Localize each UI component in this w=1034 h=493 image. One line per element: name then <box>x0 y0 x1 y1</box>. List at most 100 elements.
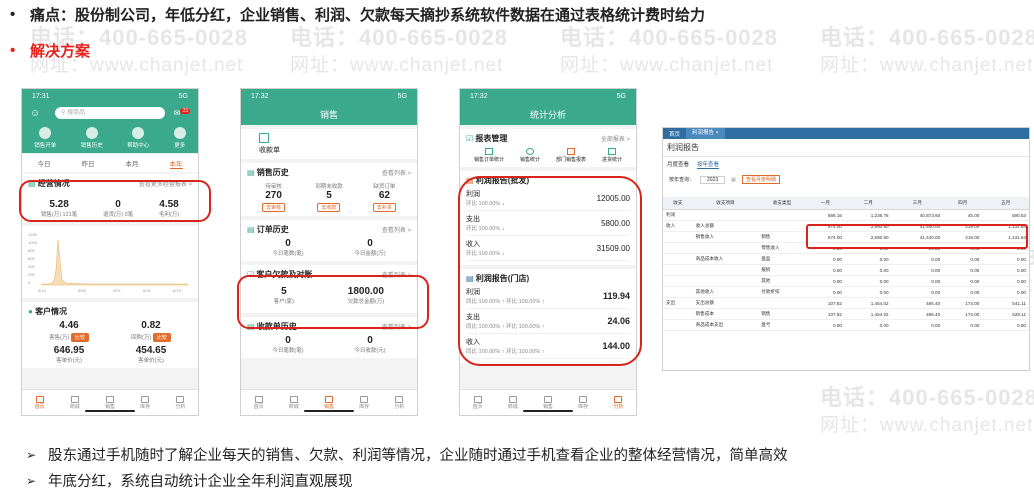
tabbar-sales[interactable]: 销售 <box>105 395 115 410</box>
tabbar-sales[interactable]: 销售 <box>543 395 553 410</box>
watermark-site: 网址：www.chanjet.net <box>560 55 774 76</box>
quick-sales-history[interactable]: 销售历史 <box>81 127 103 149</box>
x-tick: 5/05 <box>78 288 87 293</box>
quick-help-center[interactable]: 帮助中心 <box>127 127 149 149</box>
compare-badge: 比较 <box>152 333 171 342</box>
summary-text-1: 股东通过手机随时了解企业每天的销售、欠款、利润等情况，企业随时通过手机查看企业的… <box>48 448 788 464</box>
notification-icon[interactable]: ✉ 23 <box>174 108 190 118</box>
bullet-dot: • <box>10 42 16 59</box>
report-icon <box>525 148 534 155</box>
tab-yesterday[interactable]: 昨日 <box>82 158 95 169</box>
table-header-row: 收支 收支项目 收支类型 一月 二月 三月 四月 五月 <box>663 197 1029 210</box>
tabbar-stock[interactable]: 库存 <box>140 395 150 410</box>
customer-values-row1: 4.46 客售(万) 比较 0.82 回购(万) 比较 <box>28 320 192 342</box>
collect-button[interactable]: 去收款 <box>317 203 341 212</box>
home-icon <box>254 395 263 403</box>
column-header: 三月 <box>891 197 944 210</box>
tab-today[interactable]: 今日 <box>38 158 51 169</box>
column-header: 四月 <box>943 197 983 210</box>
table-cell: 报损 <box>758 264 806 276</box>
store-icon <box>508 395 517 403</box>
tabbar-home[interactable]: 首页 <box>35 395 45 410</box>
tab-monthly-view[interactable]: 月度查看 <box>667 160 689 169</box>
customer-card: ● 客户情况 4.46 客售(万) 比较 0.82 回购(万) 比较 646.95 客… <box>22 302 198 368</box>
avg-order-value: 454.65 <box>135 345 167 356</box>
table-cell: 0.00 <box>805 286 845 298</box>
table-cell: 1,454.02 <box>844 308 892 320</box>
table-row: 销售成本 销售 107.82 1,454.02 486.40 174.00 528.11 <box>663 308 1029 320</box>
order-history-more[interactable]: 查看列表 > <box>382 225 411 234</box>
watermark-site: 网址：www.chanjet.net <box>820 415 1034 436</box>
quick-sales-order[interactable]: 销售开单 <box>34 127 56 149</box>
tab-this-month[interactable]: 本月 <box>126 158 139 169</box>
tabbar-analysis[interactable]: 分析 <box>175 395 185 410</box>
tabbar-analysis[interactable]: 分析 <box>613 395 623 410</box>
tab-home[interactable]: 首页 <box>663 130 686 138</box>
customer-sales-value: 4.46 <box>59 320 79 331</box>
view-monthly-detail-button[interactable]: 查看月度明细 <box>741 175 780 184</box>
warehouse-icon <box>360 395 369 403</box>
all-reports-link[interactable]: 全部报表 > <box>601 134 630 143</box>
table-row: 报损 0.00 0.00 0.00 0.00 0.00 <box>663 264 1029 276</box>
column-header: 收支 <box>663 197 693 210</box>
table-cell: 商品成本支出 <box>692 319 759 331</box>
report-purchase-stats[interactable]: 进货统计 <box>602 148 622 163</box>
report-department-sales[interactable]: 部门销售报表 <box>556 148 586 163</box>
arrow-bullet-icon: ➢ <box>26 473 37 488</box>
table-cell: 0.00 <box>844 253 892 265</box>
sales-history-more[interactable]: 查看列表 > <box>382 168 411 177</box>
table-row: 其他收入 付款折扣 0.00 0.00 0.00 0.00 0.00 <box>663 286 1029 298</box>
history-icon: ▤ <box>247 168 257 177</box>
user-icon[interactable]: ☺ <box>30 108 40 119</box>
analysis-icon <box>176 395 185 403</box>
table-cell: 45.00 <box>943 209 983 221</box>
tabbar-stock[interactable]: 库存 <box>578 395 588 410</box>
solution-text: 解决方案 <box>30 43 91 60</box>
table-row: 利润 666.16 1,236.76 40,873.60 45.00 590.53 <box>663 209 1029 221</box>
people-icon: ● <box>28 307 36 316</box>
calendar-icon[interactable]: ▦ <box>731 177 736 183</box>
table-cell: 销售成本 <box>692 308 759 320</box>
tabbar-home[interactable]: 首页 <box>254 395 264 410</box>
document-icon <box>324 395 333 403</box>
report-sales-stats[interactable]: 销售统计 <box>520 148 540 163</box>
history-icon <box>85 127 98 139</box>
tabbar-mall[interactable]: 商城 <box>70 395 80 410</box>
table-cell: 174.00 <box>943 308 983 320</box>
report-sales-order-stats[interactable]: 销售订单统计 <box>474 148 504 163</box>
table-cell <box>758 209 806 221</box>
status-signal: 5G <box>397 92 407 100</box>
phone-home-screen: 17:31 5G ☺ ⚲ 搜商品 ✉ 23 销售开单 销售历史 帮助中心 更多 今… <box>21 88 199 416</box>
receipt-shortcut[interactable]: 收款单 <box>241 129 417 159</box>
tab-this-year[interactable]: 本年 <box>169 158 183 169</box>
table-cell: 0.00 <box>891 319 944 331</box>
profit-table: 收支 收支项目 收支类型 一月 二月 三月 四月 五月 利润 666.16 1,23… <box>663 197 1029 331</box>
restock-button[interactable]: 去补货 <box>372 203 396 212</box>
table-cell: 0.00 <box>982 253 1029 265</box>
quick-more[interactable]: 更多 <box>173 127 186 149</box>
highlight-operations <box>19 180 211 222</box>
order-history-values: 0 今日笔数(笔) 0 今日金额(万) <box>272 238 386 257</box>
tab-profit-report[interactable]: 利润报告 × <box>686 128 725 139</box>
analysis-icon <box>395 395 404 403</box>
tabbar-mall[interactable]: 商城 <box>289 395 299 410</box>
summary-text-2: 年底分红，系统自动统计企业全年利润直观展现 <box>48 474 353 490</box>
search-input[interactable]: ⚲ 搜商品 <box>55 107 165 119</box>
review-button[interactable]: 去审核 <box>262 203 286 212</box>
y-tick: 1200 <box>28 232 38 237</box>
tabbar-mall[interactable]: 商城 <box>508 395 518 410</box>
tabbar-home[interactable]: 首页 <box>473 395 483 410</box>
table-cell <box>663 264 693 276</box>
table-cell: 40,873.60 <box>891 209 944 221</box>
table-cell <box>692 264 759 276</box>
tabbar-sales[interactable]: 销售 <box>324 395 334 410</box>
column-header: 收支项目 <box>692 197 759 210</box>
tabbar-stock[interactable]: 库存 <box>359 395 369 410</box>
table-cell: 0.00 <box>805 264 845 276</box>
report-icon <box>607 148 616 155</box>
x-tick: 8/13 <box>173 288 182 293</box>
tabbar-analysis[interactable]: 分析 <box>394 395 404 410</box>
table-cell: 商品成本收入 <box>692 253 759 265</box>
tab-yearly-view[interactable]: 按年查看 <box>697 160 720 169</box>
year-select[interactable]: 2023 <box>700 175 726 184</box>
